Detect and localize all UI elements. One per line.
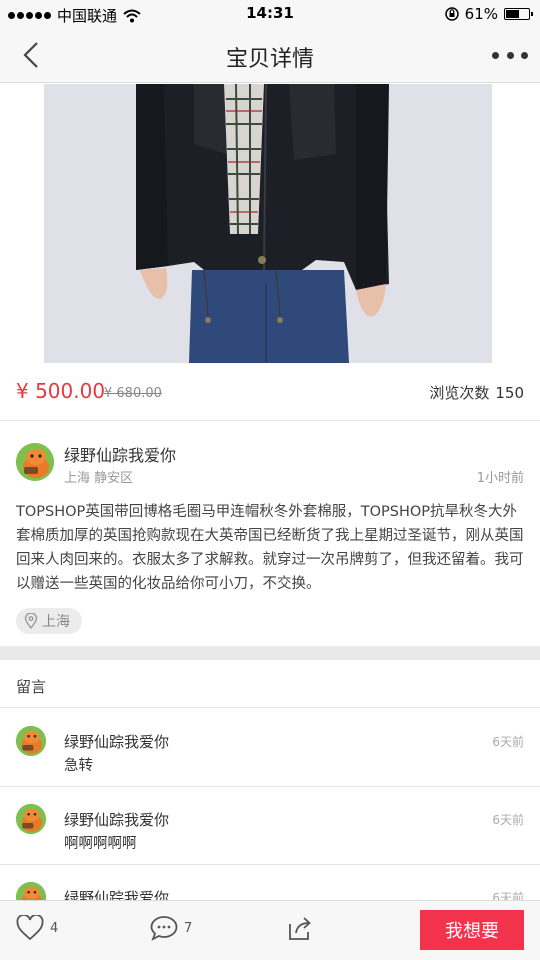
product-description: TOPSHOP英国带回博格毛圈马甲连帽秋冬外套棉服，TOPSHOP抗旱秋冬大外套… — [16, 504, 524, 592]
more-dots-icon — [492, 51, 499, 59]
location-pin-icon — [24, 613, 38, 629]
avatar[interactable] — [16, 443, 54, 481]
avatar[interactable] — [16, 804, 46, 834]
seller-name[interactable]: 绿野仙踪我爱你 — [64, 442, 176, 466]
avatar[interactable] — [16, 726, 46, 756]
comment-button[interactable]: 7 — [150, 915, 192, 941]
seller-location: 上海 静安区 — [64, 471, 134, 486]
comment-author[interactable]: 绿野仙踪我爱你 — [64, 809, 169, 830]
price-row: ¥ 500.00 ¥ 680.00 浏览次数 150 — [0, 363, 540, 421]
comment-time: 6天前 — [492, 813, 524, 827]
comment-author[interactable]: 绿野仙踪我爱你 — [64, 887, 169, 900]
comment-item[interactable]: 绿野仙踪我爱你 啊啊啊啊啊 6天前 — [0, 787, 540, 865]
comments-title: 留言 — [16, 678, 47, 696]
avatar[interactable] — [16, 882, 46, 900]
share-icon — [289, 917, 311, 940]
bottom-action-bar: 4 7 我想要 — [0, 900, 540, 960]
location-tag[interactable]: 上海 — [16, 608, 82, 634]
location-tag-label: 上海 — [42, 614, 70, 630]
post-time: 1小时前 — [476, 471, 524, 486]
comment-time: 6天前 — [492, 891, 524, 900]
section-divider — [0, 646, 540, 660]
comment-author[interactable]: 绿野仙踪我爱你 — [64, 731, 169, 752]
view-count: 浏览次数 150 — [429, 384, 524, 402]
share-button[interactable] — [286, 915, 314, 941]
product-image[interactable] — [44, 84, 492, 363]
comment-item[interactable]: 绿野仙踪我爱你 急转 6天前 — [0, 709, 540, 787]
original-price: ¥ 680.00 — [104, 386, 162, 401]
more-button[interactable] — [492, 42, 528, 68]
nav-bar: 宝贝详情 — [0, 28, 540, 83]
battery-icon — [504, 8, 533, 20]
comment-text: 啊啊啊啊啊 — [64, 836, 137, 852]
like-button[interactable]: 4 — [16, 915, 58, 941]
comment-count: 7 — [184, 920, 193, 936]
comment-item[interactable]: 绿野仙踪我爱你 6天前 — [0, 865, 540, 900]
comments-header: 留言 — [0, 660, 540, 708]
battery-percent: 61% — [464, 5, 498, 23]
comment-time: 6天前 — [492, 735, 524, 749]
page-title: 宝贝详情 — [225, 47, 314, 72]
seller-info[interactable]: 绿野仙踪我爱你 上海 静安区 1小时前 — [0, 422, 540, 502]
heart-icon — [16, 915, 44, 941]
like-count: 4 — [50, 920, 59, 936]
comment-bubble-icon — [150, 916, 178, 941]
want-button[interactable]: 我想要 — [420, 910, 524, 950]
price: ¥ 500.00 — [16, 379, 106, 403]
comment-text: 急转 — [64, 758, 93, 774]
rotation-lock-icon — [444, 7, 459, 21]
status-bar: 中国联通 14:31 61% — [0, 0, 540, 28]
